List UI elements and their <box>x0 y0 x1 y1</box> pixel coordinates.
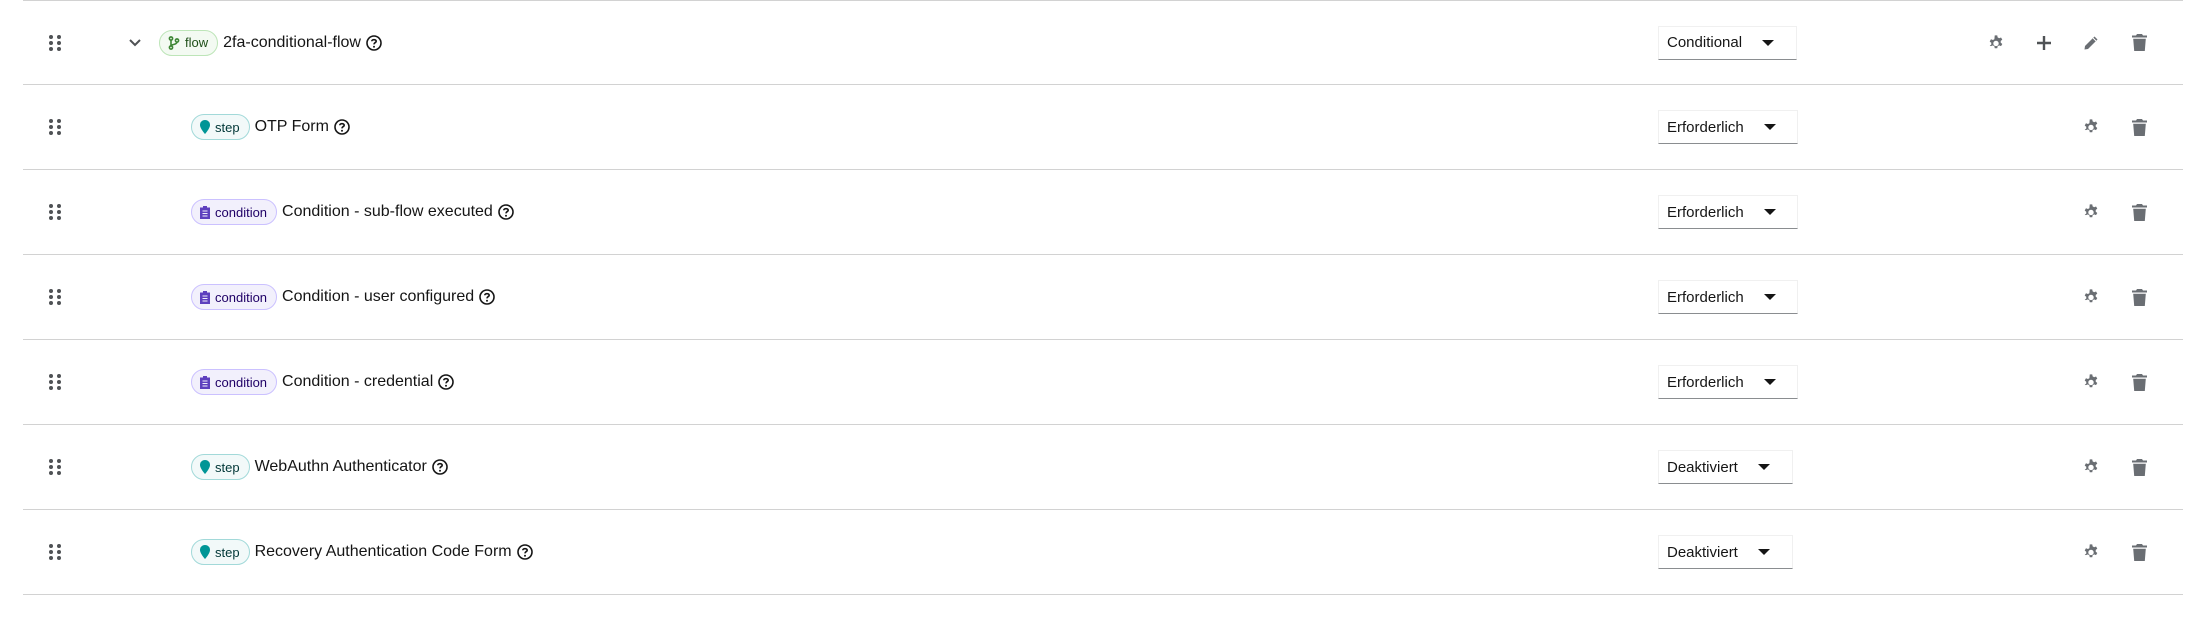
table-row: condition Condition - credential Erforde… <box>23 340 2183 425</box>
trash-icon[interactable] <box>2129 33 2149 53</box>
execution-title: OTP Form <box>254 118 329 135</box>
execution-title: Condition - user configured <box>282 288 475 305</box>
execution-name-cell: condition Condition - user configured <box>191 284 495 310</box>
step-label: step <box>191 114 250 140</box>
requirement-value: Erforderlich <box>1667 373 1744 391</box>
caret-down-icon <box>1763 124 1776 130</box>
caret-down-icon <box>1762 39 1775 46</box>
execution-name-cell: step WebAuthn Authenticator <box>191 454 448 480</box>
requirement-select[interactable]: Deaktiviert <box>1658 535 1793 569</box>
condition-label: condition <box>191 284 278 310</box>
code-branch-icon <box>168 35 180 50</box>
execution-name-cell: step OTP Form <box>191 114 350 140</box>
requirement-value: Erforderlich <box>1667 118 1744 136</box>
question-circle-icon[interactable] <box>366 34 382 51</box>
execution-title: WebAuthn Authenticator <box>254 458 427 475</box>
caret-down-icon <box>1763 294 1776 300</box>
table-row-flow: flow 2fa-conditional-flow Conditional <box>23 0 2183 85</box>
flow-executions-table: flow 2fa-conditional-flow Conditional st… <box>0 0 2207 621</box>
flow-label: flow <box>159 29 219 56</box>
drag-handle-icon[interactable] <box>48 34 62 52</box>
gear-icon[interactable] <box>1986 33 2006 53</box>
trash-icon[interactable] <box>2129 372 2149 392</box>
gear-icon[interactable] <box>2081 542 2101 562</box>
table-row: condition Condition - user configured Er… <box>23 255 2183 340</box>
drag-handle-icon[interactable] <box>48 118 62 136</box>
step-label-text: step <box>215 459 240 475</box>
execution-title: Condition - credential <box>282 373 434 390</box>
pencil-icon[interactable] <box>2081 33 2101 53</box>
gear-icon[interactable] <box>2081 372 2101 392</box>
step-label-text: step <box>215 544 240 560</box>
question-circle-icon[interactable] <box>334 119 350 135</box>
execution-title: Condition - sub-flow executed <box>282 203 493 220</box>
table-row: condition Condition - sub-flow executed … <box>23 170 2183 255</box>
gear-icon[interactable] <box>2081 287 2101 307</box>
chevron-down-icon[interactable] <box>124 32 146 54</box>
drag-handle-icon[interactable] <box>48 543 62 561</box>
drag-handle-icon[interactable] <box>48 203 62 221</box>
flow-label-text: flow <box>185 35 209 50</box>
flow-name-cell: flow 2fa-conditional-flow <box>159 29 382 56</box>
caret-down-icon <box>1757 464 1770 470</box>
requirement-select[interactable]: Erforderlich <box>1658 280 1798 314</box>
requirement-value: Deaktiviert <box>1667 458 1738 476</box>
requirement-select[interactable]: Erforderlich <box>1658 110 1798 144</box>
table-row: step Recovery Authentication Code Form D… <box>23 510 2183 595</box>
requirement-select[interactable]: Conditional <box>1658 25 1797 60</box>
step-label-text: step <box>215 119 240 135</box>
condition-label-text: condition <box>215 374 268 390</box>
clipboard-icon <box>200 205 210 219</box>
caret-down-icon <box>1763 379 1776 385</box>
requirement-value: Deaktiviert <box>1667 543 1738 561</box>
requirement-value: Conditional <box>1667 34 1743 51</box>
gear-icon[interactable] <box>2081 117 2101 137</box>
gear-icon[interactable] <box>2081 202 2101 222</box>
map-marker-icon <box>200 120 210 134</box>
execution-name-cell: condition Condition - sub-flow executed <box>191 199 514 225</box>
flow-title: 2fa-conditional-flow <box>223 33 361 51</box>
condition-label: condition <box>191 199 278 225</box>
condition-label-text: condition <box>215 204 268 220</box>
trash-icon[interactable] <box>2129 202 2149 222</box>
question-circle-icon[interactable] <box>516 544 533 560</box>
clipboard-icon <box>200 290 210 304</box>
trash-icon[interactable] <box>2129 287 2149 307</box>
plus-icon[interactable] <box>2034 33 2054 53</box>
table-row: step WebAuthn Authenticator Deaktiviert <box>23 425 2183 510</box>
step-label: step <box>191 539 250 565</box>
requirement-value: Erforderlich <box>1667 203 1744 221</box>
question-circle-icon[interactable] <box>498 204 514 220</box>
map-marker-icon <box>200 545 210 559</box>
caret-down-icon <box>1757 549 1770 555</box>
requirement-select[interactable]: Deaktiviert <box>1658 450 1793 484</box>
trash-icon[interactable] <box>2129 117 2149 137</box>
drag-handle-icon[interactable] <box>48 373 62 391</box>
execution-title: Recovery Authentication Code Form <box>254 543 512 560</box>
question-circle-icon[interactable] <box>479 289 495 305</box>
execution-name-cell: step Recovery Authentication Code Form <box>191 539 533 565</box>
step-label: step <box>191 454 250 480</box>
execution-name-cell: condition Condition - credential <box>191 369 455 395</box>
drag-handle-icon[interactable] <box>48 288 62 306</box>
requirement-select[interactable]: Erforderlich <box>1658 365 1798 399</box>
question-circle-icon[interactable] <box>432 459 448 475</box>
condition-label-text: condition <box>215 289 268 305</box>
gear-icon[interactable] <box>2081 457 2101 477</box>
trash-icon[interactable] <box>2129 457 2149 477</box>
trash-icon[interactable] <box>2129 542 2149 562</box>
requirement-select[interactable]: Erforderlich <box>1658 195 1798 229</box>
question-circle-icon[interactable] <box>438 374 455 390</box>
condition-label: condition <box>191 369 278 395</box>
clipboard-icon <box>200 375 210 389</box>
table-row: step OTP Form Erforderlich <box>23 85 2183 170</box>
requirement-value: Erforderlich <box>1667 288 1744 306</box>
caret-down-icon <box>1763 209 1776 215</box>
drag-handle-icon[interactable] <box>48 458 62 476</box>
map-marker-icon <box>200 460 210 474</box>
